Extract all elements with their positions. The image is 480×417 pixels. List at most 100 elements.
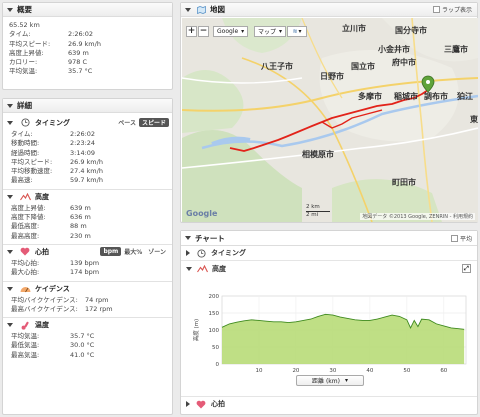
elevation-list: 高度上昇値: 639 m 高度下降値: 636 m 最低高度: 88 m 最高高度: 2… [3, 204, 172, 241]
collapse-arrow-icon[interactable] [7, 103, 13, 108]
heart-icon [19, 247, 31, 257]
stat-value: 35.7 °C [70, 332, 95, 341]
thermometer-icon [19, 320, 31, 330]
stat-value: 2:26:02 [70, 130, 96, 138]
collapse-arrow-icon[interactable] [185, 7, 191, 12]
heart-title: 心拍 [35, 247, 49, 256]
timing-list: タイム: 2:26:02 移動時間: 2:23:24 経過時間: 3:14:09 平均… [3, 130, 172, 186]
timing-chart-row[interactable]: タイミング [181, 246, 477, 261]
collapse-arrow-icon[interactable] [7, 7, 13, 12]
map-type-select[interactable]: マップ ▾ [254, 26, 287, 37]
elevation-icon [19, 192, 31, 202]
city-label: 国立市 [351, 62, 375, 71]
map-copyright[interactable]: 地図データ ©2013 Google, ZENRIN - 利用規約 [360, 213, 475, 220]
map-provider-select[interactable]: Google ▾ [213, 26, 249, 37]
map-type-label: マップ [258, 29, 277, 36]
chart-title: チャート [195, 233, 225, 243]
max-percent-toggle[interactable]: 最大% [121, 247, 145, 256]
chart-header[interactable]: チャート 平均 [181, 231, 477, 246]
city-label: 三鷹市 [444, 45, 468, 54]
city-label: 小金井市 [378, 45, 410, 54]
lap-display-checkbox[interactable] [432, 6, 440, 13]
stat-label: 高度下降値: [11, 213, 46, 222]
clock-icon [19, 118, 31, 128]
elevation-chart-label: 高度 [212, 264, 226, 273]
summary-list: 65.52 km タイム: 2:26:02 平均スピード: 26.9 km/h 高度… [3, 17, 172, 77]
chart-panel: チャート 平均 タイミング 高度 ⤢ 200 150 100 50 0 10 20 30 40 5… [180, 230, 478, 415]
distance-select[interactable]: 距離 (km) ▾ [296, 375, 364, 386]
collapse-arrow-icon[interactable] [7, 323, 13, 328]
x-tick-label: 10 [255, 368, 262, 374]
stat-label: 経過時間: [11, 148, 40, 157]
heart-icon [195, 399, 207, 409]
google-logo: Google [186, 209, 218, 218]
elevation-icon [196, 264, 208, 274]
speed-toggle[interactable]: スピード [138, 118, 169, 127]
expand-arrow-icon[interactable] [186, 250, 190, 256]
city-label: 八王子市 [261, 62, 293, 71]
elevation-area [222, 314, 465, 364]
details-panel: 詳細 タイミング ペース スピード タイム: 2:26:02 移動時間: 2:23:… [2, 98, 173, 415]
clock-icon [195, 248, 207, 258]
map-scale: 2 km 2 mi [306, 204, 330, 219]
chevron-down-icon: ▾ [279, 28, 283, 35]
x-tick-label: 40 [366, 368, 373, 374]
scale-km-label: 2 km [306, 204, 330, 212]
bpm-toggle[interactable]: bpm [100, 247, 122, 257]
city-label: 相模原市 [302, 150, 334, 159]
timing-title: タイミング [35, 118, 70, 127]
stat-label: 最高気温: [11, 350, 40, 359]
layers-button[interactable]: ≋ ▾ [287, 26, 307, 37]
timing-section-header[interactable]: タイミング ペース スピード [3, 115, 172, 130]
cadence-list: 平均バイクケイデンス: 74 rpm 最高バイクケイデンス: 172 rpm [3, 296, 172, 315]
details-header[interactable]: 詳細 [3, 99, 172, 113]
map-canvas[interactable]: 立川市 国分寺市 小金井市 三鷹市 府中市 国立市 日野市 八王子市 多摩市 稲… [182, 18, 478, 222]
elevation-section-header[interactable]: 高度 [3, 188, 172, 204]
collapse-arrow-icon[interactable] [7, 194, 13, 199]
expand-chart-icon[interactable]: ⤢ [462, 264, 471, 273]
summary-header[interactable]: 概要 [3, 3, 172, 17]
heart-chart-row[interactable]: 心拍 [181, 396, 477, 411]
y-tick-label: 50 [212, 345, 219, 351]
pace-toggle[interactable]: ペース [115, 118, 139, 127]
collapse-arrow-icon[interactable] [7, 120, 13, 125]
expand-arrow-icon[interactable] [186, 401, 190, 407]
collapse-arrow-icon[interactable] [185, 236, 191, 240]
summary-row: 高度上昇値: 639 m [9, 48, 89, 57]
x-tick-label: 20 [292, 368, 299, 374]
city-label: 国分寺市 [395, 26, 427, 35]
collapse-arrow-icon[interactable] [7, 249, 13, 254]
zone-toggle[interactable]: ゾーン [145, 247, 169, 256]
cadence-section-header[interactable]: ケイデンス [3, 280, 172, 296]
average-checkbox[interactable] [450, 234, 458, 242]
chevron-down-icon: ▾ [241, 28, 245, 35]
collapse-arrow-icon[interactable] [186, 266, 192, 271]
summary-title: 概要 [17, 5, 32, 14]
elevation-title: 高度 [35, 192, 49, 201]
average-label: 平均 [459, 235, 472, 243]
stat-value: 139 bpm [70, 258, 100, 267]
temperature-title: 温度 [35, 321, 49, 330]
zoom-out-button[interactable]: − [198, 26, 209, 37]
stat-label: タイム: [11, 130, 33, 138]
elevation-chart-row[interactable]: 高度 ⤢ [181, 261, 477, 276]
stat-value: 59.7 km/h [70, 176, 103, 185]
collapse-arrow-icon[interactable] [7, 286, 13, 291]
stat-value: 172 rpm [85, 304, 113, 313]
x-tick-label: 30 [329, 368, 336, 374]
temperature-section-header[interactable]: 温度 [3, 317, 172, 332]
stat-label: 最高高度: [11, 231, 40, 240]
heart-section-header[interactable]: 心拍 bpm 最大% ゾーン [3, 243, 172, 259]
y-tick-label: 200 [209, 294, 220, 300]
city-label: 東 [470, 115, 478, 124]
zoom-in-button[interactable]: + [186, 26, 197, 37]
lap-display-label: ラップ表示 [441, 7, 472, 14]
stat-value: 639 m [70, 203, 91, 212]
map-header[interactable]: 地図 ラップ表示 [181, 3, 477, 17]
stat-value: 26.9 km/h [70, 157, 103, 166]
stat-label: 高度上昇値: [11, 203, 46, 212]
layers-icon: ≋ [292, 28, 298, 35]
summary-row: タイム: 2:26:02 [9, 30, 94, 39]
chevron-down-icon: ▾ [344, 377, 348, 384]
x-tick-label: 50 [403, 368, 410, 374]
